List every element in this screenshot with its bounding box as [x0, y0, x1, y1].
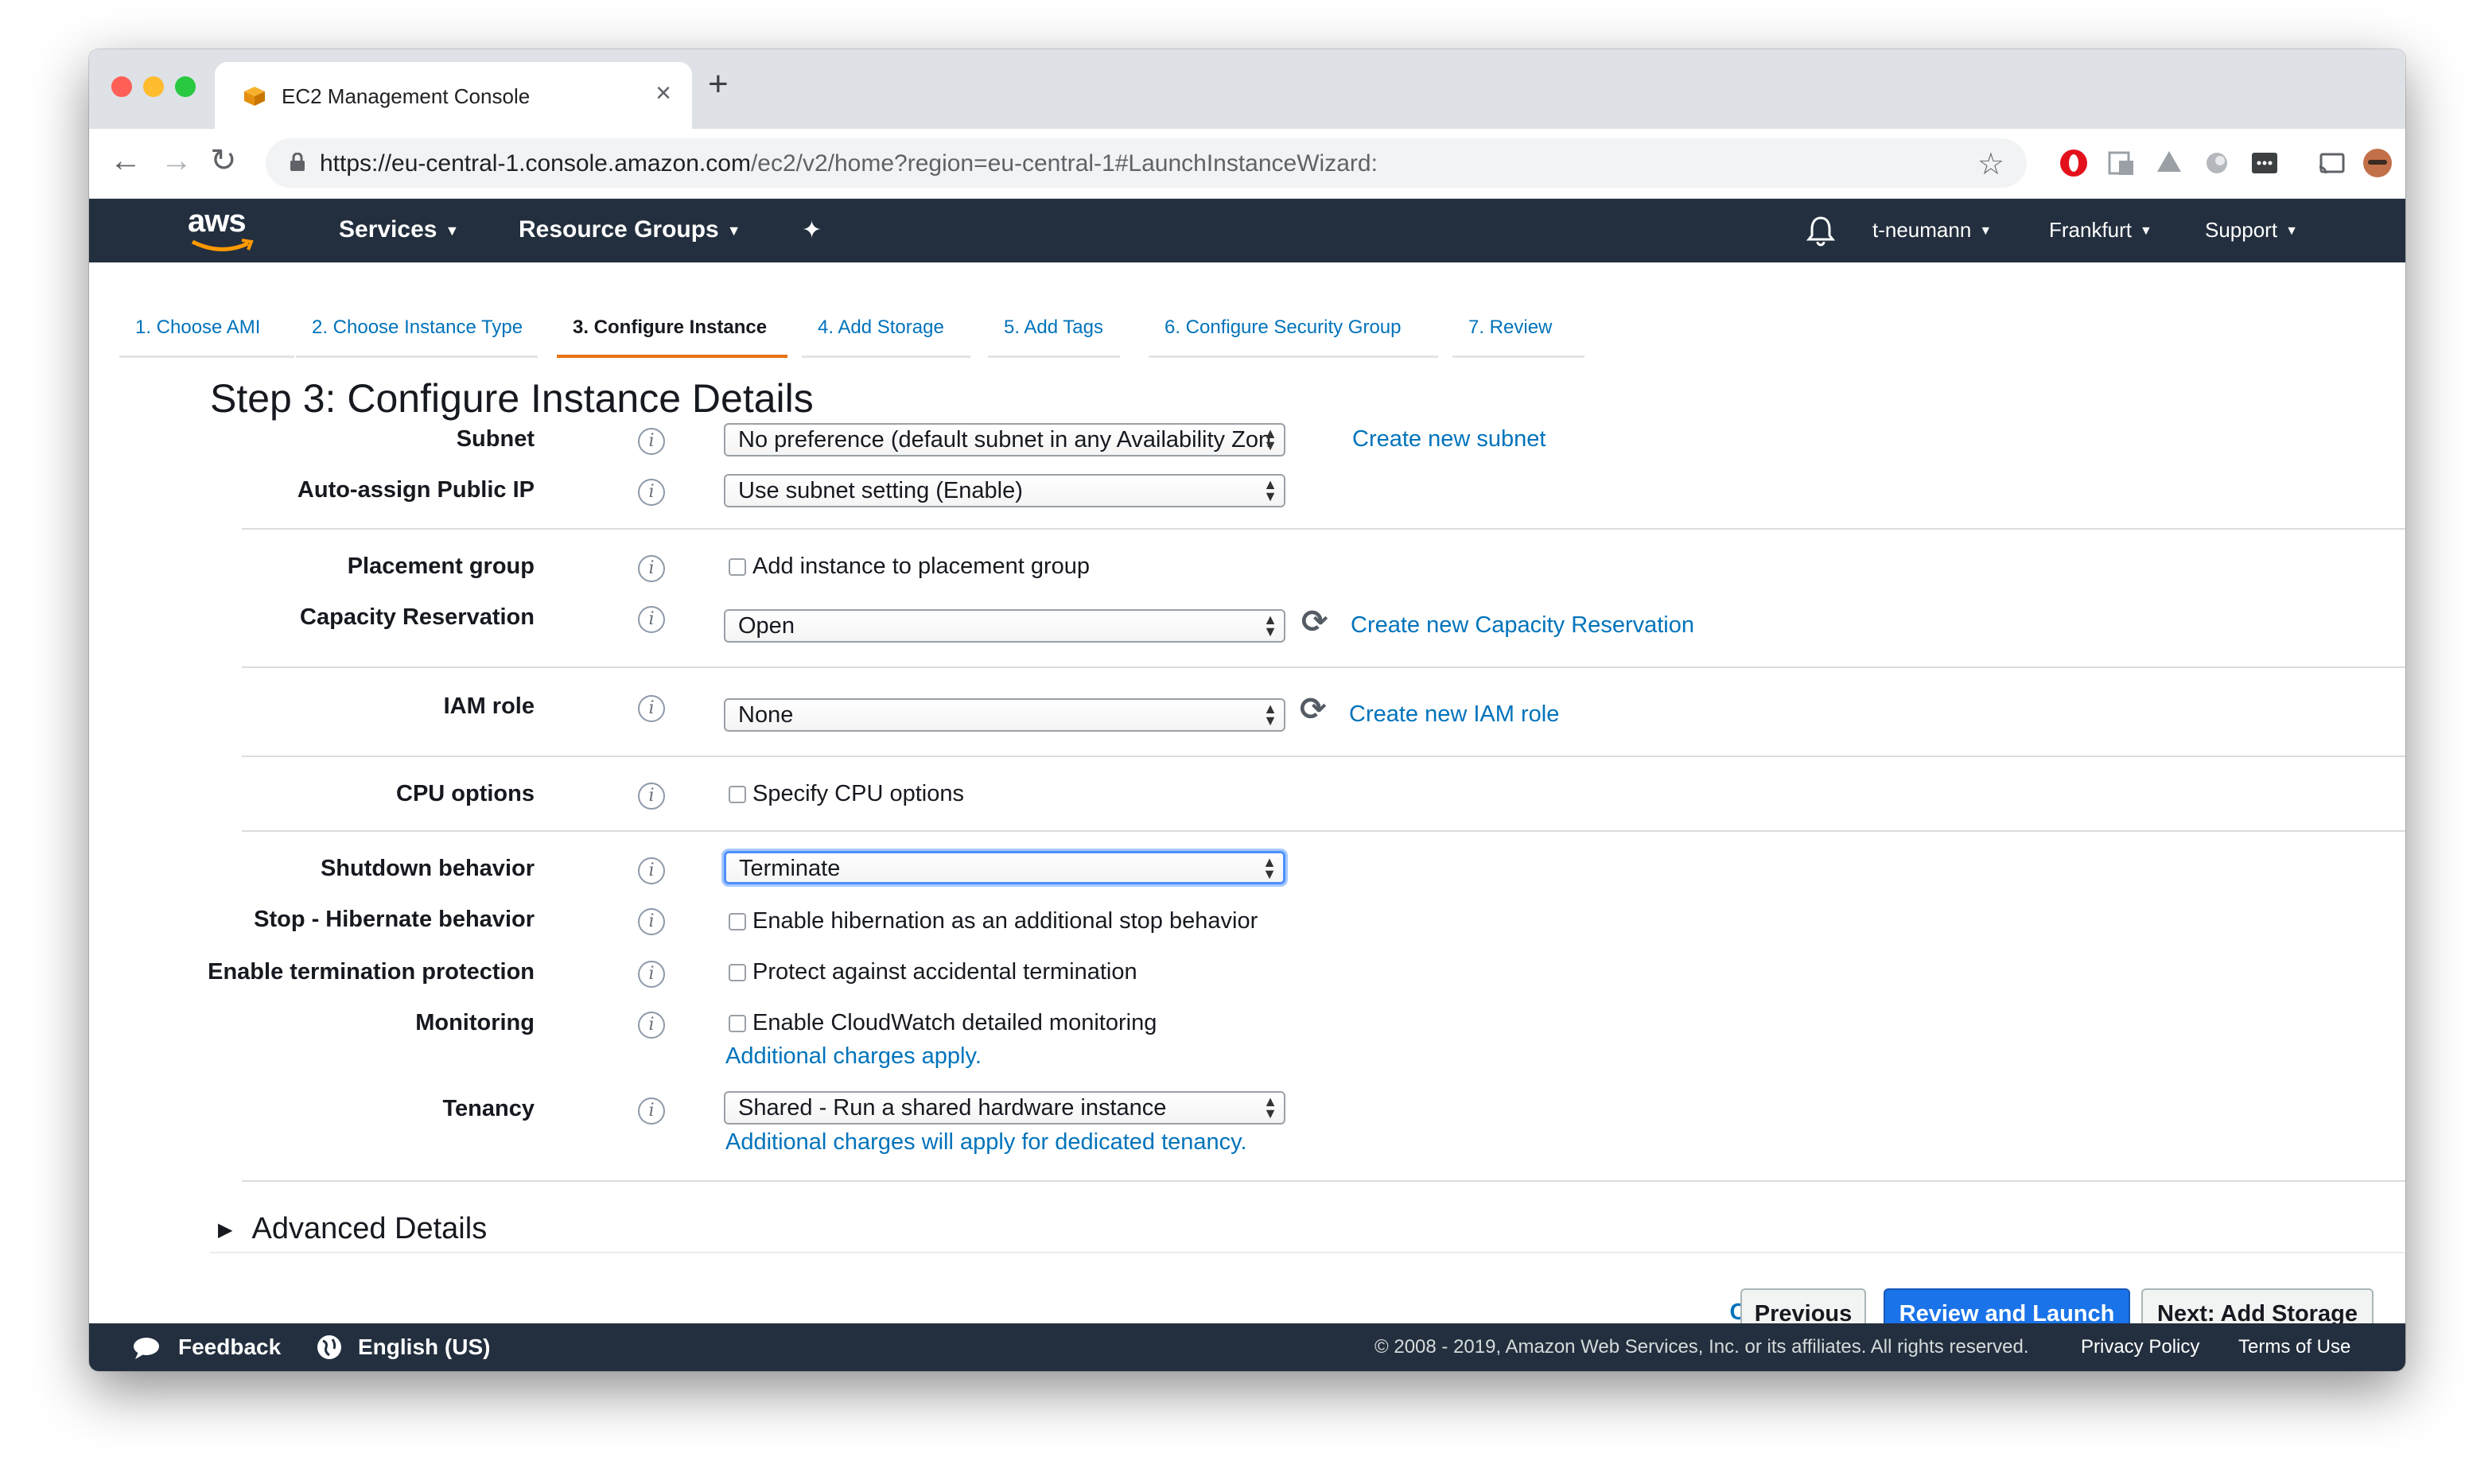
- placement-checkbox[interactable]: [729, 558, 746, 576]
- capacity-select[interactable]: Open ▲ ▼: [724, 609, 1285, 643]
- privacy-policy-link[interactable]: Privacy Policy: [2081, 1336, 2199, 1358]
- public-ip-value: Use subnet setting (Enable): [738, 478, 1023, 503]
- section-divider: [242, 830, 2405, 832]
- select-arrows-icon: ▲ ▼: [1263, 425, 1277, 453]
- configure-instance-form: Subnet i No preference (default subnet i…: [89, 49, 2405, 1371]
- info-icon[interactable]: i: [638, 555, 665, 582]
- section-divider: [242, 756, 2405, 757]
- termination-checkbox-label[interactable]: Protect against accidental termination: [752, 959, 1137, 985]
- create-subnet-link[interactable]: Create new subnet: [1352, 426, 1546, 453]
- section-divider: [210, 1252, 2405, 1253]
- select-arrows-icon: ▲ ▼: [1263, 1094, 1277, 1121]
- cpu-checkbox[interactable]: [729, 786, 746, 803]
- hibernate-label: Stop - Hibernate behavior: [254, 907, 535, 932]
- tenancy-charges-link[interactable]: Additional charges will apply for dedica…: [725, 1129, 1247, 1156]
- capacity-value: Open: [738, 613, 795, 639]
- termination-checkbox[interactable]: [729, 964, 746, 981]
- info-icon[interactable]: i: [638, 1097, 665, 1125]
- caret-right-icon: ▶: [218, 1219, 233, 1241]
- select-arrows-icon: ▲ ▼: [1262, 854, 1277, 882]
- tenancy-value: Shared - Run a shared hardware instance: [738, 1095, 1167, 1121]
- monitoring-label: Monitoring: [415, 1010, 535, 1035]
- subnet-label: Subnet: [456, 426, 535, 452]
- iam-label: IAM role: [443, 693, 535, 719]
- cpu-label: CPU options: [396, 781, 535, 806]
- globe-icon: [317, 1335, 341, 1359]
- create-iam-link[interactable]: Create new IAM role: [1349, 701, 1559, 728]
- placement-label: Placement group: [347, 554, 535, 579]
- hibernate-checkbox[interactable]: [729, 913, 746, 930]
- info-icon[interactable]: i: [638, 783, 665, 810]
- info-icon[interactable]: i: [638, 606, 665, 633]
- select-arrows-icon: ▲ ▼: [1263, 476, 1277, 504]
- info-icon[interactable]: i: [638, 857, 665, 884]
- iam-value: None: [738, 702, 794, 728]
- info-icon[interactable]: i: [638, 695, 665, 722]
- shutdown-select[interactable]: Terminate ▲ ▼: [724, 851, 1285, 884]
- create-capacity-link[interactable]: Create new Capacity Reservation: [1351, 612, 1694, 639]
- tenancy-select[interactable]: Shared - Run a shared hardware instance ▲…: [724, 1091, 1285, 1125]
- refresh-icon[interactable]: ⟳: [1301, 606, 1328, 638]
- section-divider: [242, 1180, 2405, 1182]
- info-icon[interactable]: i: [638, 479, 665, 506]
- select-arrows-icon: ▲ ▼: [1263, 612, 1277, 639]
- public-ip-label: Auto-assign Public IP: [297, 477, 535, 503]
- subnet-value: No preference (default subnet in any Ava…: [738, 427, 1272, 453]
- info-icon[interactable]: i: [638, 908, 665, 935]
- monitoring-checkbox-label[interactable]: Enable CloudWatch detailed monitoring: [752, 1010, 1157, 1036]
- termination-label: Enable termination protection: [208, 959, 535, 985]
- copyright-text: © 2008 - 2019, Amazon Web Services, Inc.…: [1374, 1336, 2029, 1358]
- info-icon[interactable]: i: [638, 1012, 665, 1039]
- language-selector[interactable]: English (US): [358, 1334, 490, 1360]
- feedback-link[interactable]: Feedback: [178, 1334, 281, 1360]
- section-divider: [242, 528, 2405, 530]
- aws-footer: Feedback English (US) © 2008 - 2019, Ama…: [89, 1323, 2405, 1371]
- tenancy-label: Tenancy: [442, 1096, 535, 1121]
- shutdown-label: Shutdown behavior: [320, 856, 535, 881]
- cpu-checkbox-label[interactable]: Specify CPU options: [752, 781, 964, 807]
- advanced-details-label: Advanced Details: [251, 1212, 488, 1245]
- terms-of-use-link[interactable]: Terms of Use: [2238, 1336, 2350, 1358]
- subnet-select[interactable]: No preference (default subnet in any Ava…: [724, 423, 1285, 456]
- feedback-icon: [134, 1338, 159, 1359]
- shutdown-value: Terminate: [739, 856, 841, 881]
- public-ip-select[interactable]: Use subnet setting (Enable) ▲ ▼: [724, 474, 1285, 507]
- iam-select[interactable]: None ▲ ▼: [724, 698, 1285, 732]
- hibernate-checkbox-label[interactable]: Enable hibernation as an additional stop…: [752, 908, 1258, 934]
- advanced-details-toggle[interactable]: ▶ Advanced Details: [218, 1212, 487, 1246]
- placement-checkbox-label[interactable]: Add instance to placement group: [752, 554, 1090, 580]
- info-icon[interactable]: i: [638, 961, 665, 988]
- browser-window: EC2 Management Console × + ← → ↻ https:/…: [89, 49, 2405, 1371]
- capacity-label: Capacity Reservation: [300, 604, 535, 630]
- select-arrows-icon: ▲ ▼: [1263, 701, 1277, 728]
- section-divider: [242, 666, 2405, 668]
- monitoring-charges-link[interactable]: Additional charges apply.: [725, 1043, 982, 1070]
- info-icon[interactable]: i: [638, 428, 665, 455]
- refresh-icon[interactable]: ⟳: [1300, 693, 1327, 725]
- monitoring-checkbox[interactable]: [729, 1015, 746, 1032]
